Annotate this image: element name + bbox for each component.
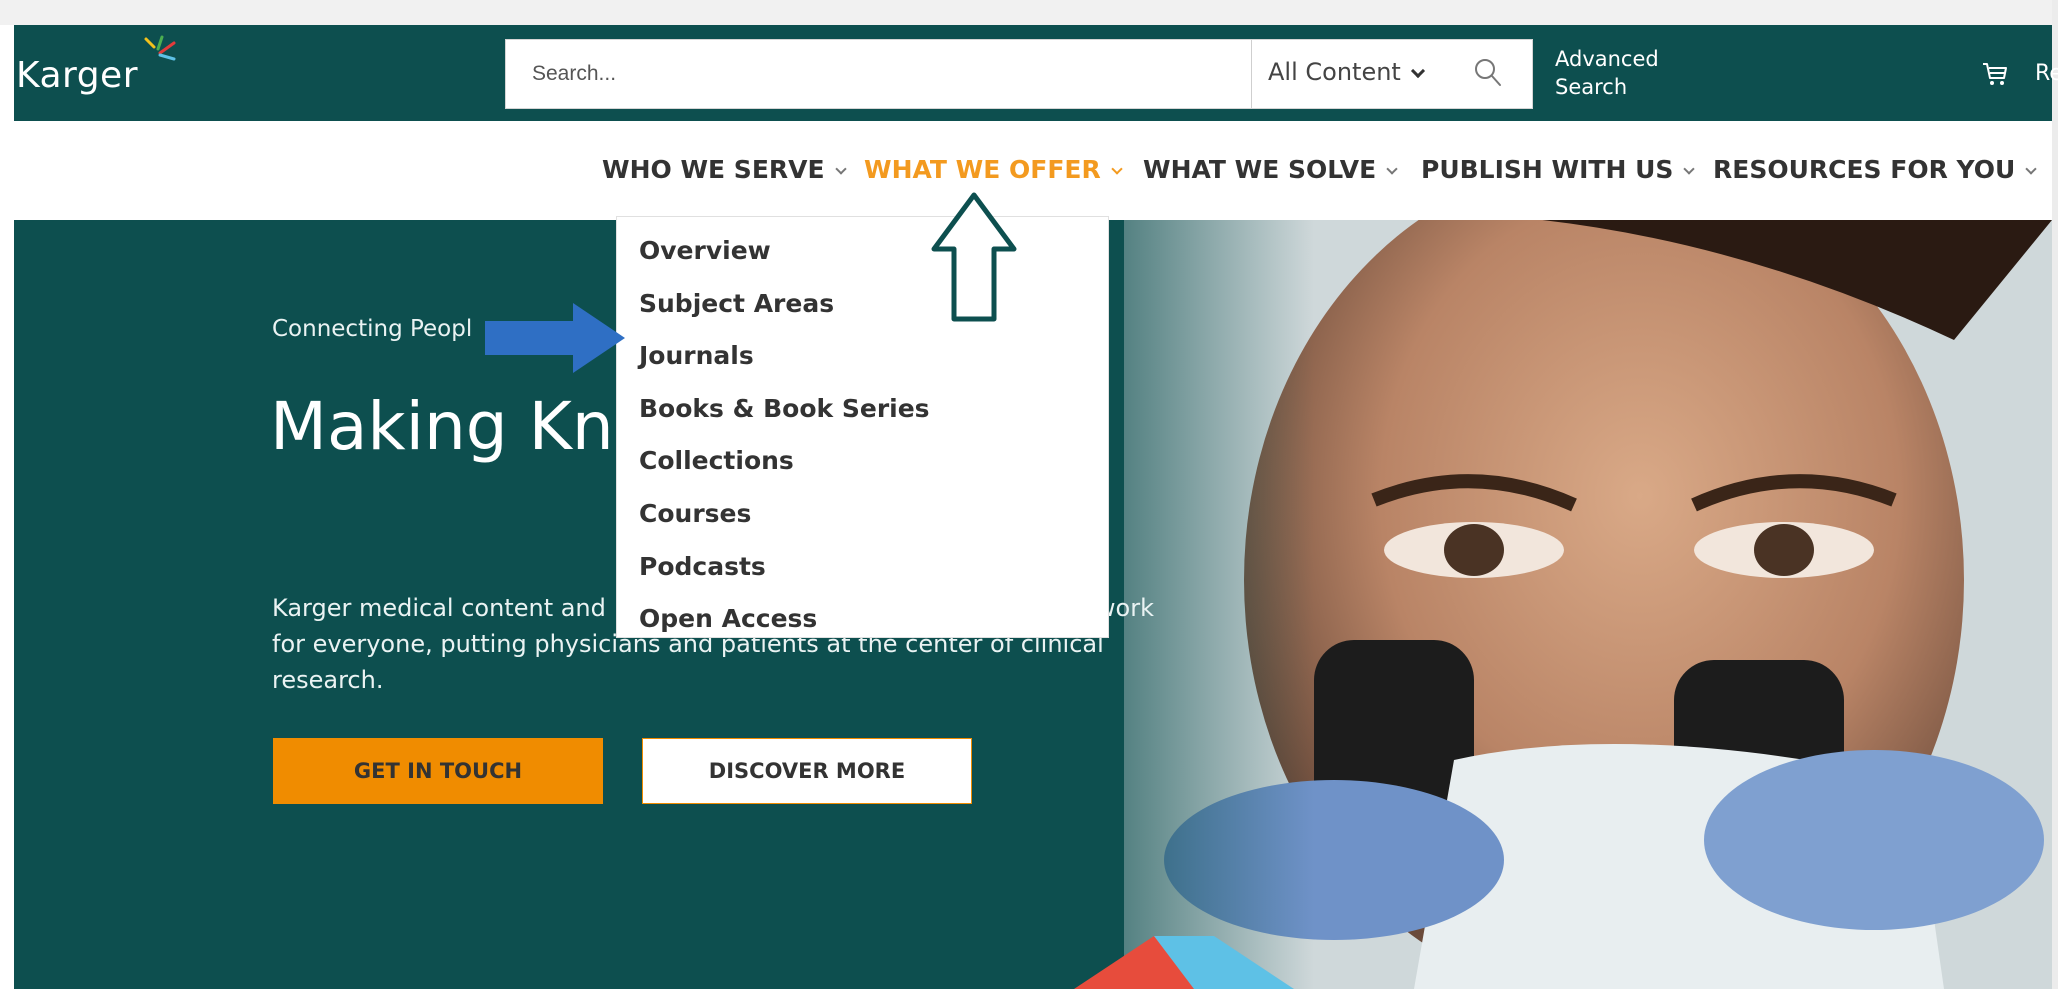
nav-label: WHAT WE SOLVE: [1143, 155, 1377, 184]
chevron-down-icon: [1683, 163, 1696, 175]
scrollbar-edge: [2052, 0, 2058, 989]
nav-label: WHO WE SERVE: [602, 155, 825, 184]
content-filter-label: All Content: [1268, 58, 1401, 86]
nav-label: RESOURCES FOR YOU: [1713, 155, 2016, 184]
hero-subtitle: Connecting Peopl: [272, 316, 473, 342]
chevron-down-icon: [1111, 163, 1123, 175]
chevron-down-icon: [834, 163, 847, 175]
hero-body-line3: research.: [272, 666, 384, 694]
hero-title: Making Kn: [270, 388, 614, 465]
dropdown-item-collections[interactable]: Collections: [639, 435, 1108, 488]
nav-publish-with-us[interactable]: PUBLISH WITH US: [1421, 155, 1696, 184]
nav-who-we-serve[interactable]: WHO WE SERVE: [602, 155, 847, 184]
browser-top-strip: [0, 0, 2058, 25]
chevron-down-icon: [2025, 163, 2037, 175]
karger-logo[interactable]: Karger: [16, 55, 138, 96]
nav-label: WHAT WE OFFER: [864, 155, 1101, 184]
dropdown-item-podcasts[interactable]: Podcasts: [639, 541, 1108, 594]
hero-body-line1-start: Karger medical content and: [272, 594, 606, 622]
search-bar: All Content: [505, 39, 1533, 109]
search-input[interactable]: [506, 40, 1251, 108]
nav-what-we-offer[interactable]: WHAT WE OFFER: [864, 155, 1123, 184]
register-link[interactable]: Re: [2035, 61, 2058, 86]
cart-icon[interactable]: [1982, 61, 2008, 87]
advanced-search-link[interactable]: Advanced Search: [1555, 45, 1659, 101]
search-divider: [1251, 40, 1252, 108]
advanced-search-line2: Search: [1555, 75, 1628, 99]
site-header: Karger All Content Advanced Search Re: [14, 25, 2058, 121]
dropdown-item-subject-areas[interactable]: Subject Areas: [639, 278, 1108, 331]
nav-label: PUBLISH WITH US: [1421, 155, 1674, 184]
dropdown-item-courses[interactable]: Courses: [639, 488, 1108, 541]
chevron-down-icon: [1410, 63, 1425, 79]
dropdown-item-journals[interactable]: Journals: [639, 330, 1108, 383]
discover-more-button[interactable]: DISCOVER MORE: [642, 738, 972, 804]
arrow-right-annotation-icon: [485, 303, 625, 373]
nav-what-we-solve[interactable]: WHAT WE SOLVE: [1143, 155, 1398, 184]
nav-resources-for-you[interactable]: RESOURCES FOR YOU: [1713, 155, 2037, 184]
what-we-offer-dropdown: Overview Subject Areas Journals Books & …: [616, 216, 1109, 638]
dropdown-item-open-access[interactable]: Open Access: [639, 593, 1108, 646]
main-nav: WHO WE SERVE WHAT WE OFFER WHAT WE SOLVE…: [0, 121, 2052, 220]
karger-logo-mark-icon: [144, 35, 176, 61]
search-icon[interactable]: [1474, 58, 1502, 88]
content-filter-select[interactable]: All Content: [1268, 58, 1425, 86]
dropdown-item-books[interactable]: Books & Book Series: [639, 383, 1108, 436]
chevron-down-icon: [1386, 163, 1398, 175]
get-in-touch-button[interactable]: GET IN TOUCH: [273, 738, 603, 804]
arrow-up-annotation-icon: [931, 192, 1017, 322]
logo-text: Karger: [16, 55, 139, 96]
advanced-search-line1: Advanced: [1555, 47, 1659, 71]
dropdown-item-overview[interactable]: Overview: [639, 225, 1108, 278]
